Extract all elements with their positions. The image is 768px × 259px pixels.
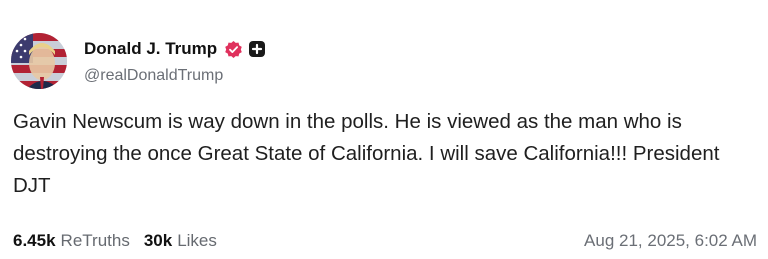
author-handle[interactable]: @realDonaldTrump: [84, 67, 223, 85]
likes-count: 30k: [143, 231, 173, 250]
author-name-row: Donald J. Trump: [84, 38, 266, 60]
avatar-image: [11, 33, 67, 89]
verified-badge-icon: [224, 40, 243, 59]
plus-badge-icon: [249, 41, 266, 57]
avatar[interactable]: [11, 33, 67, 89]
post-timestamp[interactable]: Aug 21, 2025, 6:02 AM: [584, 231, 757, 251]
likes-label: Likes: [177, 231, 217, 250]
retruths-count: 6.45k: [13, 231, 56, 250]
post-body-text: Gavin Newscum is way down in the polls. …: [13, 110, 720, 197]
retruths-stat[interactable]: 6.45k ReTruths: [13, 231, 130, 251]
author-display-name[interactable]: Donald J. Trump: [84, 39, 217, 59]
retruths-label: ReTruths: [60, 231, 130, 250]
likes-stat[interactable]: 30k Likes: [144, 231, 217, 251]
post-stats: 6.45k ReTruths 30k Likes: [13, 231, 217, 251]
